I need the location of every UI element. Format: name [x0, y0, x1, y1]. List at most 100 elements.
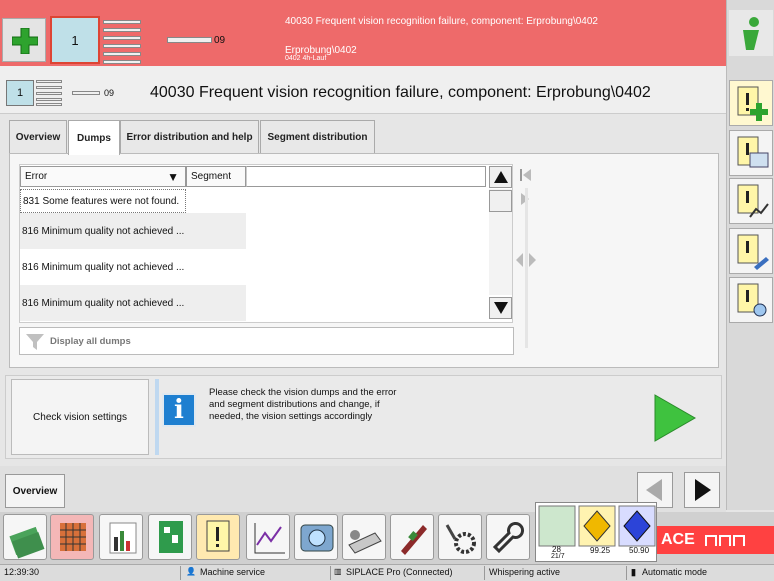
- tab-label: Dumps: [77, 132, 111, 144]
- column-label: Error: [25, 171, 48, 182]
- network-icon: ▥: [334, 567, 342, 576]
- table-row[interactable]: 816 Minimum quality not achieved ...: [20, 285, 246, 321]
- dock-camera-button[interactable]: [294, 514, 338, 560]
- dock-nozzle-button[interactable]: [390, 514, 434, 560]
- tab-segment-distribution[interactable]: Segment distribution: [260, 120, 375, 154]
- note-edit-button[interactable]: [729, 228, 773, 274]
- dock-linechart-button[interactable]: [246, 514, 290, 560]
- alarm-counter: 09: [214, 35, 226, 46]
- filter-label: Display all dumps: [50, 336, 131, 347]
- splitter-line: [525, 188, 528, 348]
- dock-money-button[interactable]: [3, 514, 47, 560]
- scroll-down-button[interactable]: [489, 297, 512, 319]
- note-monitor-button[interactable]: [729, 130, 773, 176]
- tab-label: Segment distribution: [267, 132, 368, 143]
- cell-error: 816 Minimum quality not achieved ...: [22, 261, 185, 273]
- circuit-board-icon: [159, 521, 183, 553]
- play-button[interactable]: [653, 393, 697, 446]
- add-button[interactable]: [2, 18, 46, 62]
- siplace-logo-mark: [704, 535, 745, 546]
- tab-dumps[interactable]: Dumps: [68, 120, 120, 155]
- button-label: Overview: [12, 485, 58, 497]
- stack-icon: [36, 80, 64, 106]
- dock-service-button[interactable]: [438, 514, 482, 560]
- logo-text: ACE: [661, 531, 695, 548]
- info-text: Please check the vision dumps and the er…: [209, 387, 397, 422]
- status-connection: SIPLACE Pro (Connected): [346, 567, 453, 577]
- dock-feeder-button[interactable]: [342, 514, 386, 560]
- note-monitor-icon: [737, 136, 769, 168]
- money-icon: [9, 526, 45, 559]
- status-whisper: Whispering active: [489, 567, 561, 577]
- triangle-up-icon: [493, 171, 508, 183]
- camera-icon: [300, 524, 334, 552]
- overview-button[interactable]: Overview: [5, 474, 65, 508]
- tab-error-distribution[interactable]: Error distribution and help: [120, 120, 259, 154]
- dock-board-button[interactable]: [148, 514, 192, 560]
- tab-label: Overview: [15, 132, 61, 143]
- bar-chart-icon: [109, 522, 137, 554]
- header-card-number: 1: [16, 87, 24, 99]
- alarm-component-sub: 0402 4h-Lauf: [285, 55, 327, 62]
- column-header-segment[interactable]: Segment: [186, 166, 246, 187]
- note-edit-icon: [737, 234, 769, 270]
- info-icon: i: [162, 393, 196, 427]
- scrollbar-thumb[interactable]: [489, 190, 512, 212]
- wrench-icon: [492, 522, 524, 554]
- dock-grid-button[interactable]: [50, 514, 94, 560]
- line-chart-icon: [254, 523, 285, 554]
- forward-button[interactable]: [684, 472, 720, 508]
- tab-label: Error distribution and help: [126, 132, 253, 143]
- hand-gear-icon: [445, 524, 476, 554]
- scroll-up-button[interactable]: [489, 166, 512, 188]
- page-title: 40030 Frequent vision recognition failur…: [150, 84, 651, 101]
- note-chart-button[interactable]: [729, 178, 773, 224]
- column-header-error[interactable]: Error ▼: [20, 166, 186, 187]
- column-header-blank: [246, 166, 486, 187]
- dock-wrench-button[interactable]: [486, 514, 530, 560]
- gauge-value-2: 99.25: [590, 546, 611, 555]
- alarm-message: 40030 Frequent vision recognition failur…: [285, 16, 598, 27]
- siplace-logo: ACE: [657, 526, 774, 554]
- table-row[interactable]: 831 Some features were not found.: [20, 189, 186, 213]
- stack-icon: [103, 18, 143, 64]
- cell-error: 816 Minimum quality not achieved ...: [22, 225, 185, 237]
- nozzle-icon: [401, 525, 427, 555]
- collapse-first-icon[interactable]: [520, 168, 532, 185]
- note-chart-icon: [737, 184, 769, 218]
- cell-error: 816 Minimum quality not achieved ...: [22, 297, 185, 309]
- status-bar: 12:39:30 👤 Machine service ▥ SIPLACE Pro…: [0, 564, 774, 581]
- header-card[interactable]: 1: [6, 80, 34, 106]
- alarm-card[interactable]: 1: [50, 16, 100, 64]
- dock-barchart-button[interactable]: [99, 514, 143, 560]
- status-mode2: Automatic mode: [642, 567, 708, 577]
- table-row[interactable]: 816 Minimum quality not achieved ...: [20, 249, 246, 285]
- tab-overview[interactable]: Overview: [9, 120, 67, 154]
- dock-notes-button[interactable]: [196, 514, 240, 560]
- add-note-button[interactable]: [729, 80, 773, 126]
- status-time: 12:39:30: [4, 567, 40, 577]
- arrow-right-icon: [695, 479, 711, 501]
- table-row[interactable]: 816 Minimum quality not achieved ...: [20, 213, 246, 249]
- right-toolbar: [726, 0, 774, 510]
- notes-icon: [206, 520, 230, 552]
- info-i-icon: [743, 17, 759, 50]
- cell-error: 831 Some features were not found.: [23, 195, 180, 207]
- gauge-value-3: 50.90: [629, 546, 650, 555]
- note-search-icon: [737, 283, 767, 317]
- info-button[interactable]: [729, 10, 773, 56]
- note-search-button[interactable]: [729, 277, 773, 323]
- plus-icon: [12, 28, 38, 54]
- feeder-icon: [348, 530, 382, 554]
- filter-bar[interactable]: Display all dumps: [19, 327, 514, 355]
- divider: [155, 379, 159, 455]
- status-mode1: Machine service: [200, 567, 266, 577]
- alarm-card-number: 1: [71, 32, 79, 48]
- check-vision-settings-button[interactable]: Check vision settings: [11, 379, 149, 455]
- gauge-sub: 21/7: [551, 553, 565, 560]
- column-label: Segment: [191, 171, 232, 182]
- pause-icon: ▮: [631, 567, 636, 577]
- status-gauges[interactable]: 28 21/7 99.25 50.90: [535, 502, 657, 562]
- triangle-down-icon: [493, 302, 508, 314]
- counter-bar: [167, 37, 212, 43]
